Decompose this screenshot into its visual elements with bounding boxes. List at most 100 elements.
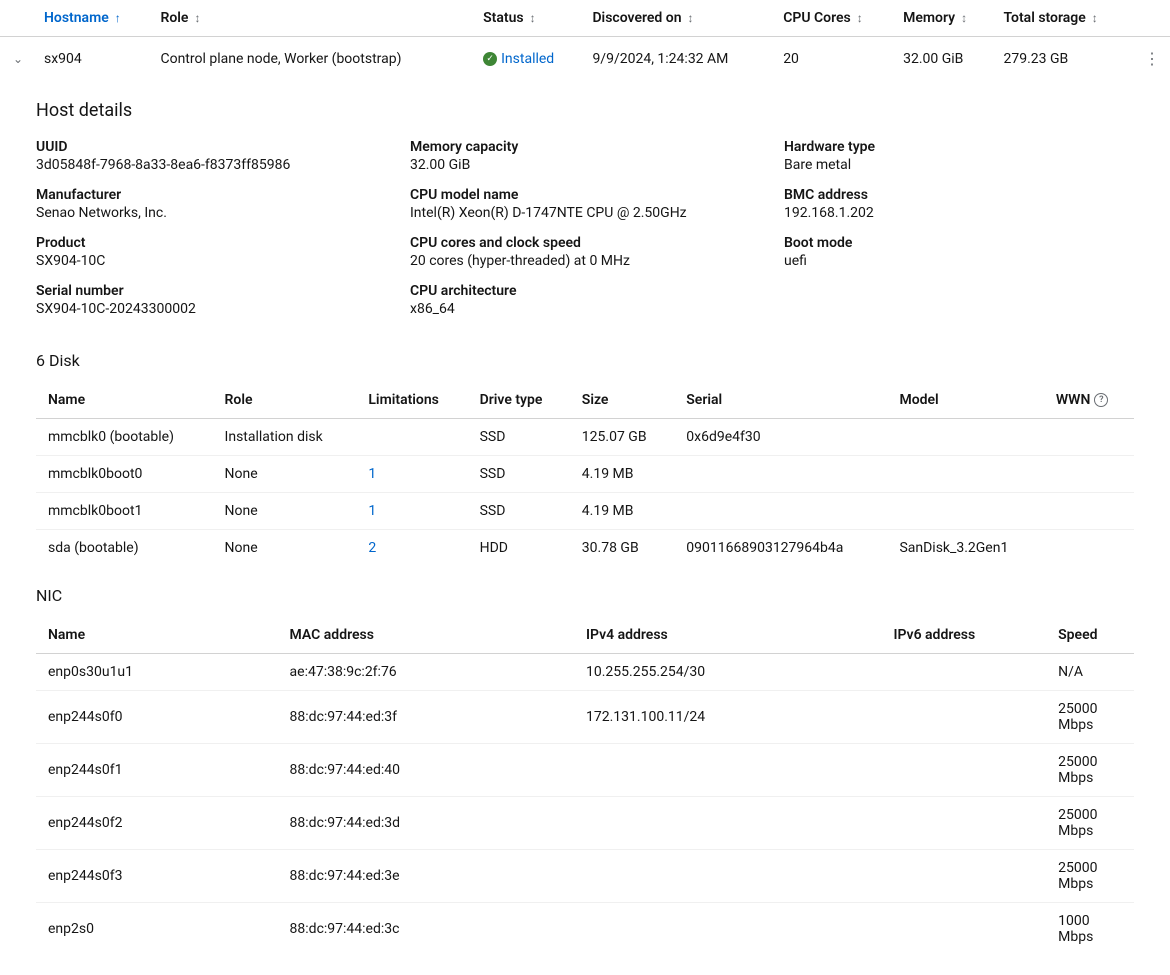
- col-cpu[interactable]: CPU Cores↕: [775, 0, 895, 37]
- nic-ipv4-cell: [574, 797, 881, 850]
- host-details-title: Host details: [36, 100, 1134, 121]
- disk-col-serial: Serial: [674, 382, 887, 419]
- nic-ipv4-cell: 10.255.255.254/30: [574, 654, 881, 691]
- hosts-table: Hostname↑ Role↕ Status↕ Discovered on↕ C…: [0, 0, 1170, 80]
- memory-cell: 32.00 GiB: [895, 37, 995, 81]
- nic-name-cell: enp244s0f1: [36, 744, 278, 797]
- disk-serial-cell: [674, 456, 887, 493]
- nic-mac-cell: ae:47:38:9c:2f:76: [278, 654, 574, 691]
- nic-speed-cell: 25000 Mbps: [1046, 797, 1134, 850]
- col-discovered[interactable]: Discovered on↕: [584, 0, 775, 37]
- disk-col-drivetype: Drive type: [468, 382, 570, 419]
- col-role[interactable]: Role↕: [152, 0, 475, 37]
- nic-col-ipv4: IPv4 address: [574, 617, 881, 654]
- discovered-cell: 9/9/2024, 1:24:32 AM: [584, 37, 775, 81]
- table-row: mmcblk0boot0None 1 SSD4.19 MB: [36, 456, 1134, 493]
- manufacturer-value: Senao Networks, Inc.: [36, 205, 386, 221]
- disk-name-cell: mmcblk0boot0: [36, 456, 213, 493]
- kebab-menu-icon[interactable]: ⋮: [1134, 37, 1170, 81]
- disk-drivetype-cell: SSD: [468, 456, 570, 493]
- disk-col-name: Name: [36, 382, 213, 419]
- check-circle-icon: ✓: [483, 52, 497, 66]
- storage-cell: 279.23 GB: [996, 37, 1134, 81]
- nic-col-name: Name: [36, 617, 278, 654]
- nic-speed-cell: 25000 Mbps: [1046, 744, 1134, 797]
- disk-role-cell: None: [213, 456, 357, 493]
- table-row: enp244s0f088:dc:97:44:ed:3f172.131.100.1…: [36, 691, 1134, 744]
- host-details-panel: Host details UUID 3d05848f-7968-8a33-8ea…: [0, 80, 1170, 975]
- table-row: enp2s088:dc:97:44:ed:3c1000 Mbps: [36, 903, 1134, 956]
- disk-model-cell: [887, 493, 1043, 530]
- nic-section-title: NIC: [36, 586, 1134, 605]
- disk-wwn-cell: [1044, 456, 1134, 493]
- nic-ipv6-cell: [881, 850, 1046, 903]
- bmc-value: 192.168.1.202: [784, 205, 1134, 221]
- disk-limitations-cell: 1: [356, 456, 467, 493]
- disk-size-cell: 125.07 GB: [570, 419, 674, 456]
- limitation-link[interactable]: 1: [368, 466, 376, 482]
- disk-model-cell: [887, 419, 1043, 456]
- col-hostname[interactable]: Hostname↑: [36, 0, 152, 37]
- nic-name-cell: enp0s30u1u1: [36, 654, 278, 691]
- product-value: SX904-10C: [36, 253, 386, 269]
- disk-name-cell: mmcblk0 (bootable): [36, 419, 213, 456]
- disk-drivetype-cell: SSD: [468, 493, 570, 530]
- serial-value: SX904-10C-20243300002: [36, 301, 386, 317]
- nic-ipv6-cell: [881, 797, 1046, 850]
- uuid-value: 3d05848f-7968-8a33-8ea6-f8373ff85986: [36, 157, 386, 173]
- nic-mac-cell: 88:dc:97:44:ed:40: [278, 744, 574, 797]
- nic-speed-cell: N/A: [1046, 654, 1134, 691]
- disk-role-cell: Installation disk: [213, 419, 357, 456]
- disk-role-cell: None: [213, 530, 357, 567]
- table-row: mmcblk0boot1None1SSD4.19 MB: [36, 493, 1134, 530]
- disk-serial-cell: 0x6d9e4f30: [674, 419, 887, 456]
- serial-label: Serial number: [36, 283, 386, 299]
- nic-mac-cell: 88:dc:97:44:ed:3d: [278, 797, 574, 850]
- col-status[interactable]: Status↕: [475, 0, 584, 37]
- col-memory[interactable]: Memory↕: [895, 0, 995, 37]
- status-cell: ✓Installed: [475, 37, 584, 81]
- sort-icon: ↕: [530, 11, 536, 25]
- disk-col-size: Size: [570, 382, 674, 419]
- table-row: mmcblk0 (bootable)Installation diskSSD12…: [36, 419, 1134, 456]
- table-row: enp244s0f188:dc:97:44:ed:40 25000 Mbps: [36, 744, 1134, 797]
- limitation-link[interactable]: 2: [368, 540, 376, 556]
- col-storage[interactable]: Total storage↕: [996, 0, 1134, 37]
- disk-name-cell: mmcblk0boot1: [36, 493, 213, 530]
- cpucores-label: CPU cores and clock speed: [410, 235, 760, 251]
- nic-ipv4-cell: [574, 903, 881, 956]
- nic-name-cell: enp244s0f0: [36, 691, 278, 744]
- cpuarch-label: CPU architecture: [410, 283, 760, 299]
- table-row: enp0s30u1u1ae:47:38:9c:2f:7610.255.255.2…: [36, 654, 1134, 691]
- limitation-link[interactable]: 1: [368, 503, 376, 519]
- table-row: sda (bootable)None2HDD30.78 GB0901166890…: [36, 530, 1134, 567]
- nic-table: Name MAC address IPv4 address IPv6 addre…: [36, 617, 1134, 955]
- nic-speed-cell: 1000 Mbps: [1046, 903, 1134, 956]
- table-row: enp244s0f288:dc:97:44:ed:3d25000 Mbps: [36, 797, 1134, 850]
- nic-ipv6-cell: [881, 744, 1046, 797]
- nic-ipv4-cell: 172.131.100.11/24: [574, 691, 881, 744]
- nic-speed-cell: 25000 Mbps: [1046, 691, 1134, 744]
- uuid-label: UUID: [36, 139, 386, 155]
- disk-size-cell: 4.19 MB: [570, 493, 674, 530]
- role-cell: Control plane node, Worker (bootstrap): [152, 37, 475, 81]
- cpu-cell: 20: [775, 37, 895, 81]
- chevron-down-icon[interactable]: ⌄: [13, 52, 23, 66]
- disk-serial-cell: [674, 493, 887, 530]
- disk-name-cell: sda (bootable): [36, 530, 213, 567]
- cpuarch-value: x86_64: [410, 301, 760, 317]
- disk-section-title: 6 Disk: [36, 351, 1134, 370]
- disk-limitations-cell: 1: [356, 493, 467, 530]
- help-icon[interactable]: ?: [1094, 393, 1108, 407]
- disk-limitations-cell: 2: [356, 530, 467, 567]
- product-label: Product: [36, 235, 386, 251]
- sort-icon: ↕: [194, 11, 200, 25]
- nic-ipv4-cell: [574, 744, 881, 797]
- nic-col-mac: MAC address: [278, 617, 574, 654]
- disk-size-cell: 4.19 MB: [570, 456, 674, 493]
- cpumodel-label: CPU model name: [410, 187, 760, 203]
- nic-name-cell: enp244s0f3: [36, 850, 278, 903]
- disk-size-cell: 30.78 GB: [570, 530, 674, 567]
- nic-ipv4-cell: [574, 850, 881, 903]
- nic-ipv6-cell: [881, 691, 1046, 744]
